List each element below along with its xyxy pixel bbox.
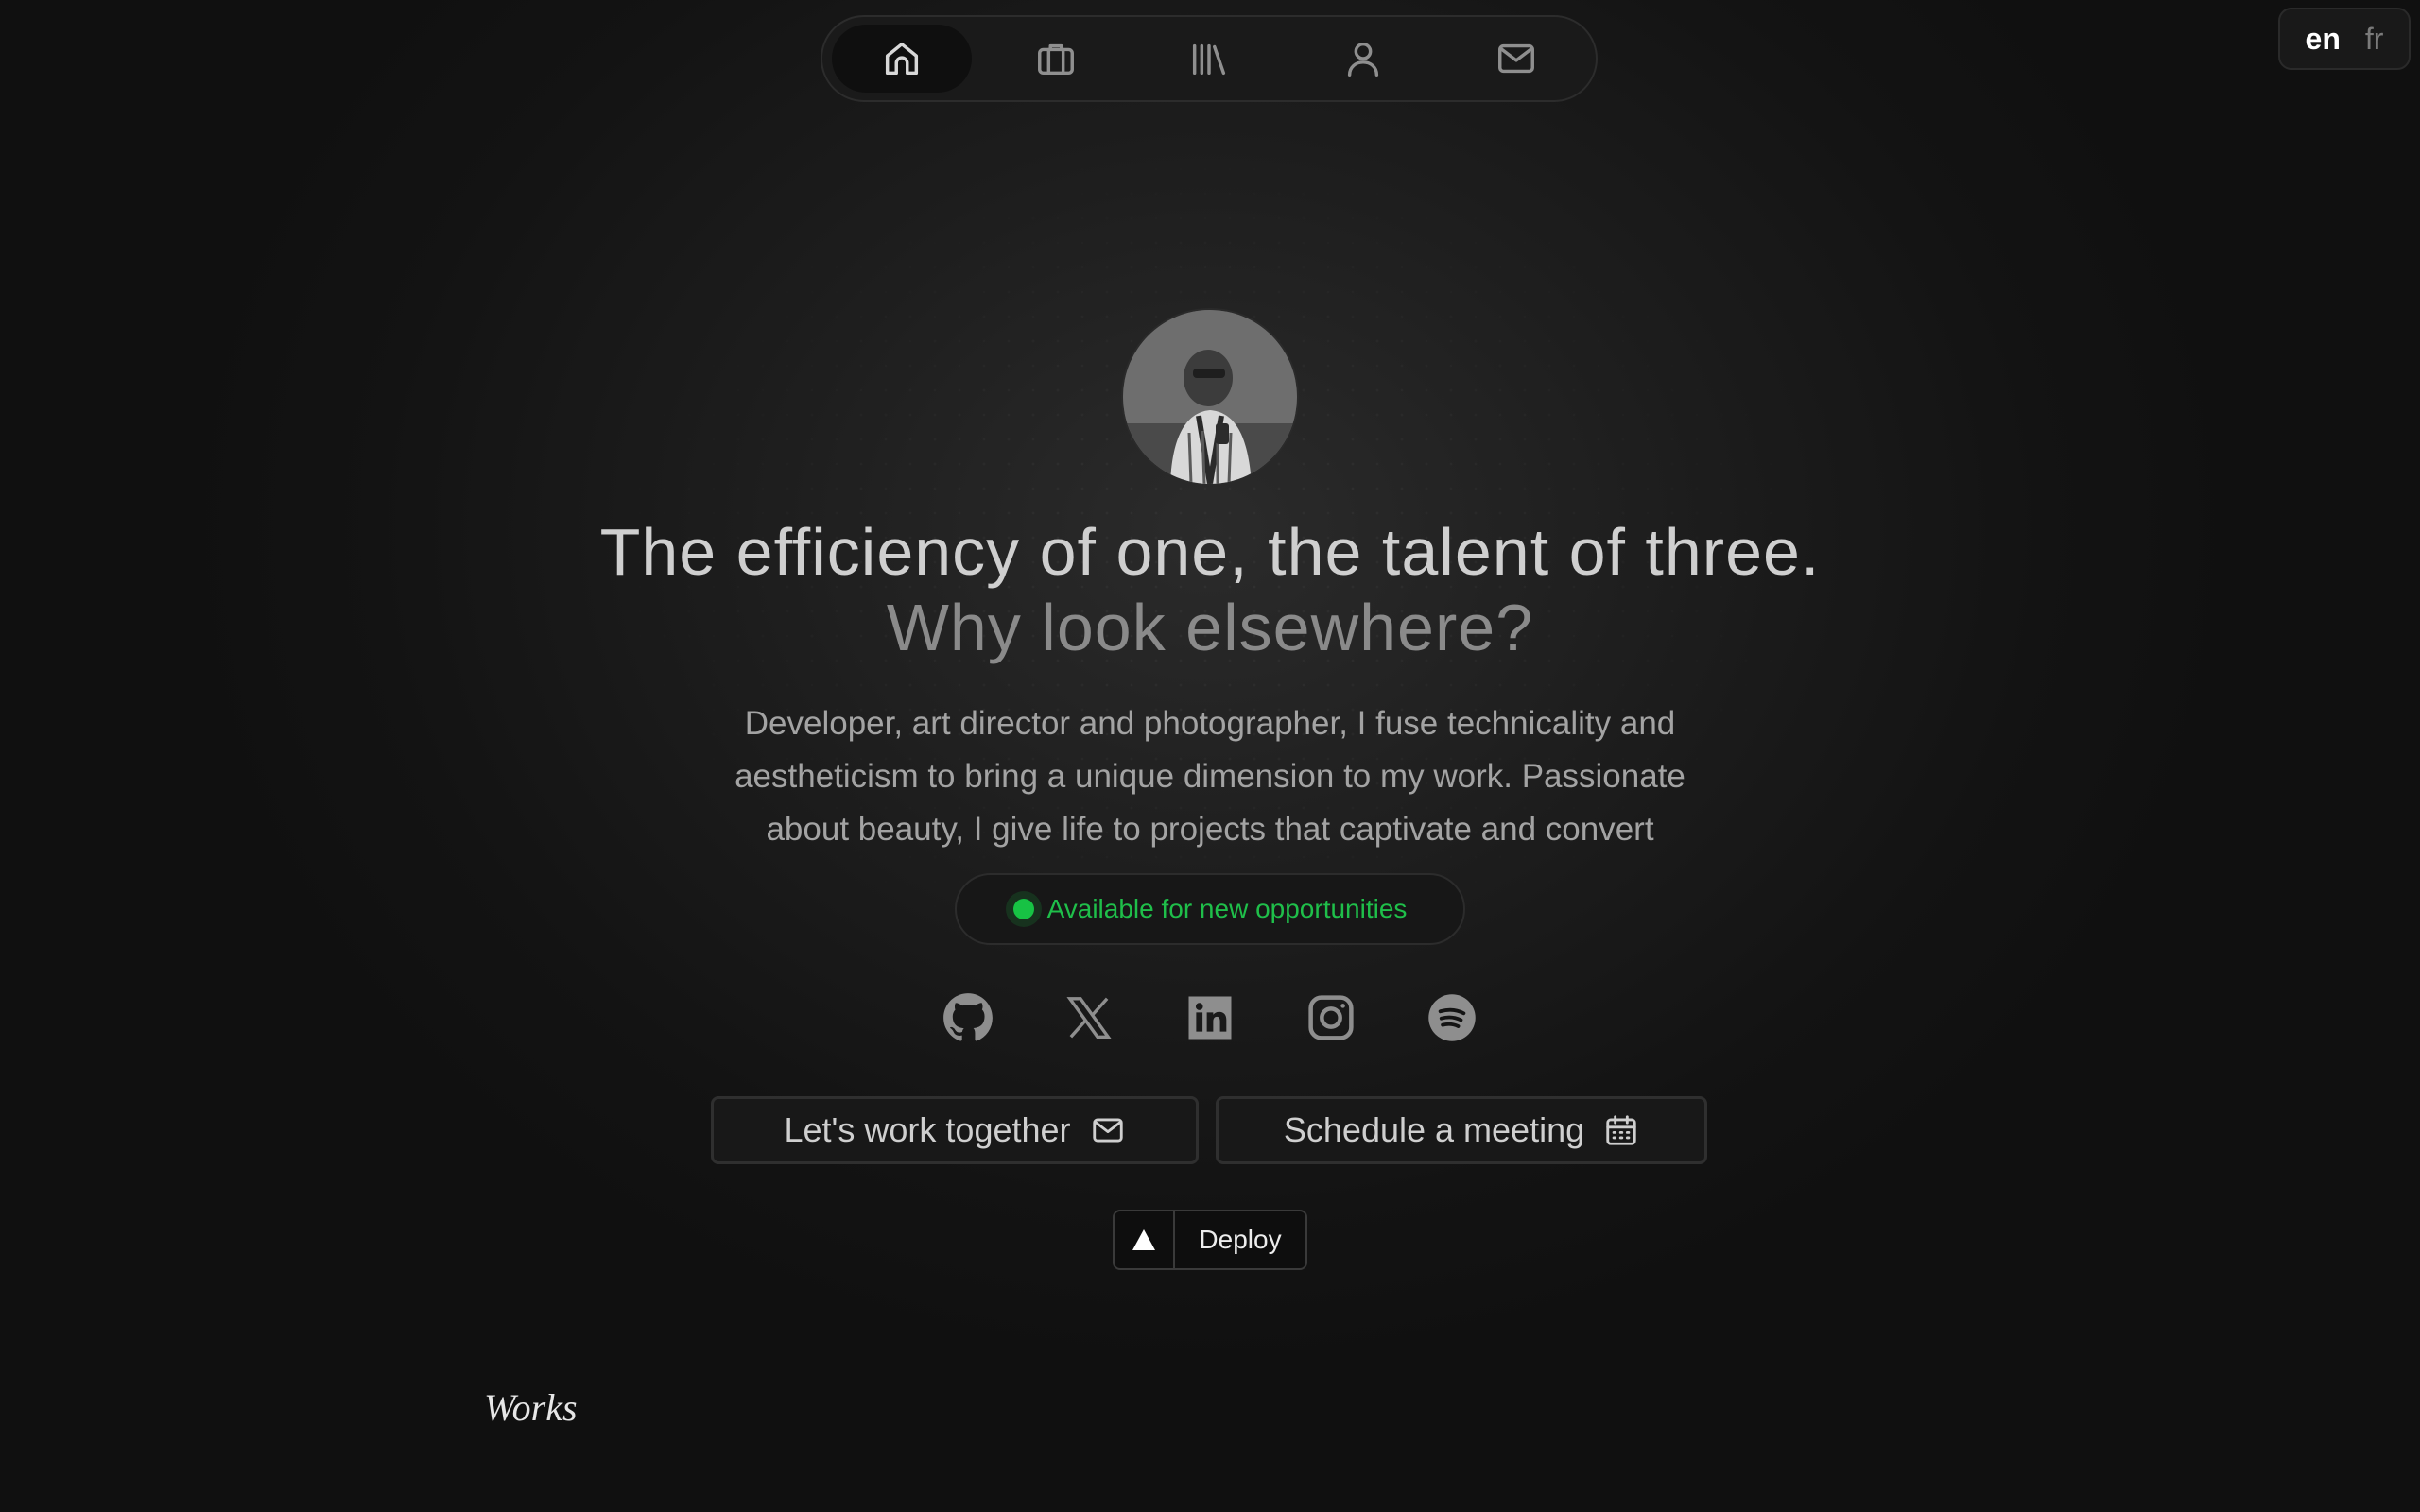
- deploy-triangle-icon: [1115, 1211, 1175, 1268]
- instagram-icon: [1308, 995, 1354, 1040]
- deploy-label: Deploy: [1199, 1225, 1282, 1254]
- hero-description: Developer, art director and photographer…: [735, 705, 1685, 848]
- nav-work[interactable]: [986, 25, 1126, 93]
- linkedin-icon: [1188, 996, 1232, 1040]
- nav-home[interactable]: [832, 25, 972, 93]
- nav-about[interactable]: [1293, 25, 1433, 93]
- availability-badge: Available for new opportunities: [955, 873, 1465, 945]
- github-link[interactable]: [942, 992, 994, 1043]
- linkedin-link[interactable]: [1184, 992, 1236, 1043]
- schedule-meeting-button[interactable]: Schedule a meeting: [1216, 1096, 1707, 1164]
- avatar-portrait: [1123, 310, 1297, 484]
- mail-icon: [1498, 43, 1534, 74]
- language-fr[interactable]: fr: [2365, 22, 2384, 57]
- work-together-button[interactable]: Let's work together: [711, 1096, 1199, 1164]
- works-section-heading: Works: [484, 1386, 578, 1429]
- language-switcher: en fr: [2278, 8, 2411, 70]
- instagram-link[interactable]: [1305, 992, 1357, 1043]
- home-icon: [885, 42, 919, 76]
- avatar: [1123, 310, 1297, 484]
- status-dot-icon: [1012, 899, 1034, 919]
- spotify-link[interactable]: [1426, 992, 1478, 1043]
- nav-contact[interactable]: [1446, 25, 1586, 93]
- library-icon: [1192, 43, 1226, 76]
- spotify-icon: [1428, 994, 1476, 1041]
- hero-title: The efficiency of one, the talent of thr…: [359, 514, 2061, 665]
- social-links: [908, 992, 1512, 1049]
- language-en[interactable]: en: [2306, 22, 2341, 57]
- nav-library[interactable]: [1139, 25, 1279, 93]
- user-icon: [1347, 42, 1378, 77]
- github-icon: [943, 993, 993, 1041]
- calendar-icon: [1606, 1115, 1636, 1145]
- x-twitter-icon: [1066, 997, 1112, 1039]
- schedule-meeting-label: Schedule a meeting: [1283, 1110, 1585, 1149]
- deploy-button[interactable]: Deploy: [1113, 1210, 1307, 1270]
- top-navigation: [821, 15, 1598, 102]
- hero-title-line1: The efficiency of one, the talent of thr…: [599, 515, 1821, 589]
- availability-text: Available for new opportunities: [1046, 894, 1408, 923]
- hero-title-line2: Why look elsewhere?: [886, 591, 1534, 664]
- x-link[interactable]: [1063, 992, 1115, 1043]
- work-together-label: Let's work together: [784, 1110, 1071, 1149]
- mail-icon: [1092, 1118, 1123, 1143]
- briefcase-icon: [1037, 43, 1074, 76]
